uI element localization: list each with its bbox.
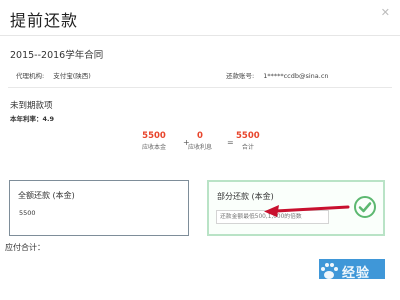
account-value: 1*****ccdb@sina.cn — [263, 72, 329, 80]
interest-value: 0 — [197, 131, 203, 141]
close-icon[interactable]: ✕ — [381, 6, 390, 19]
confirm-button[interactable] — [319, 259, 385, 279]
interest-rate: 本年利率：4.9 — [10, 115, 55, 123]
unpaid-title: 未到期款项 — [10, 101, 53, 111]
full-payment-option[interactable]: 全额还款 (本金) 5500 — [9, 180, 189, 236]
total-value: 5500 — [236, 131, 260, 141]
full-payment-title: 全额还款 (本金) — [18, 191, 75, 200]
agency-row: 代理机构: 支付宝(陕西) — [16, 70, 91, 80]
equals-sign: = — [227, 138, 234, 147]
principal-item: 5500 应收本金 — [142, 131, 166, 151]
interest-label: 应收利息 — [188, 144, 213, 151]
account-row: 还款账号: 1*****ccdb@sina.cn — [226, 70, 329, 80]
full-payment-amount: 5500 — [19, 209, 36, 217]
dialog-title: 提前还款 — [10, 11, 79, 30]
interest-item: 0 应收利息 — [188, 131, 212, 151]
divider — [8, 87, 392, 88]
total-item: 5500 合计 — [236, 131, 260, 151]
total-label: 合计 — [241, 144, 254, 151]
payable-total-label: 应付合计： — [5, 243, 45, 252]
principal-value: 5500 — [142, 131, 166, 141]
dialog-header: 提前还款 ✕ — [0, 0, 400, 36]
check-circle-icon — [354, 196, 376, 218]
agency-value: 支付宝(陕西) — [53, 72, 91, 80]
account-label: 还款账号: — [226, 72, 255, 80]
agency-label: 代理机构: — [16, 72, 45, 80]
contract-title: 2015--2016学年合同 — [10, 50, 104, 61]
red-arrow-icon — [264, 205, 350, 217]
principal-label: 应收本金 — [142, 144, 167, 151]
